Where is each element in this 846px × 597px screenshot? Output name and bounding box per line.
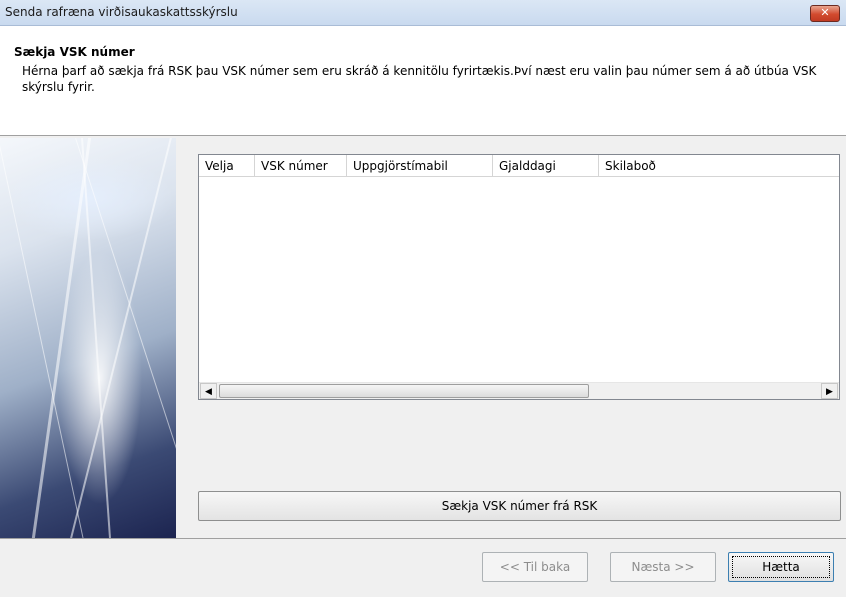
close-icon: ✕ bbox=[820, 6, 830, 19]
cancel-button[interactable]: Hætta bbox=[728, 552, 834, 582]
column-header-uppgjorstimabil[interactable]: Uppgjörstímabil bbox=[347, 155, 493, 177]
scroll-right-button[interactable]: ▶ bbox=[821, 383, 838, 399]
page-title: Sækja VSK númer bbox=[14, 45, 135, 59]
horizontal-scrollbar[interactable]: ◀ ▶ bbox=[199, 382, 839, 399]
fetch-vsk-numbers-button[interactable]: Sækja VSK númer frá RSK bbox=[198, 491, 841, 521]
focus-rectangle bbox=[732, 556, 830, 578]
page-description: Hérna þarf að sækja frá RSK þau VSK núme… bbox=[22, 64, 817, 94]
column-header-skilabod[interactable]: Skilaboð bbox=[599, 155, 839, 177]
wizard-side-image bbox=[0, 138, 176, 538]
back-button[interactable]: << Til baka bbox=[482, 552, 588, 582]
footer-divider bbox=[0, 538, 846, 539]
column-header-vsk-numer[interactable]: VSK númer bbox=[255, 155, 347, 177]
column-header-velja[interactable]: Velja bbox=[199, 155, 255, 177]
column-header-gjalddagi[interactable]: Gjalddagi bbox=[493, 155, 599, 177]
scroll-left-button[interactable]: ◀ bbox=[200, 383, 217, 399]
window-title: Senda rafræna virðisaukaskattsskýrslu bbox=[5, 5, 238, 19]
next-button[interactable]: Næsta >> bbox=[610, 552, 716, 582]
scroll-right-icon: ▶ bbox=[826, 387, 833, 397]
close-button[interactable]: ✕ bbox=[810, 5, 840, 22]
title-bar: Senda rafræna virðisaukaskattsskýrslu ✕ bbox=[0, 0, 846, 26]
scroll-thumb[interactable] bbox=[219, 384, 589, 398]
vsk-number-table[interactable]: Velja VSK númer Uppgjörstímabil Gjalddag… bbox=[198, 154, 840, 400]
scroll-left-icon: ◀ bbox=[205, 387, 212, 397]
wizard-header: Sækja VSK númer Hérna þarf að sækja frá … bbox=[0, 26, 846, 136]
